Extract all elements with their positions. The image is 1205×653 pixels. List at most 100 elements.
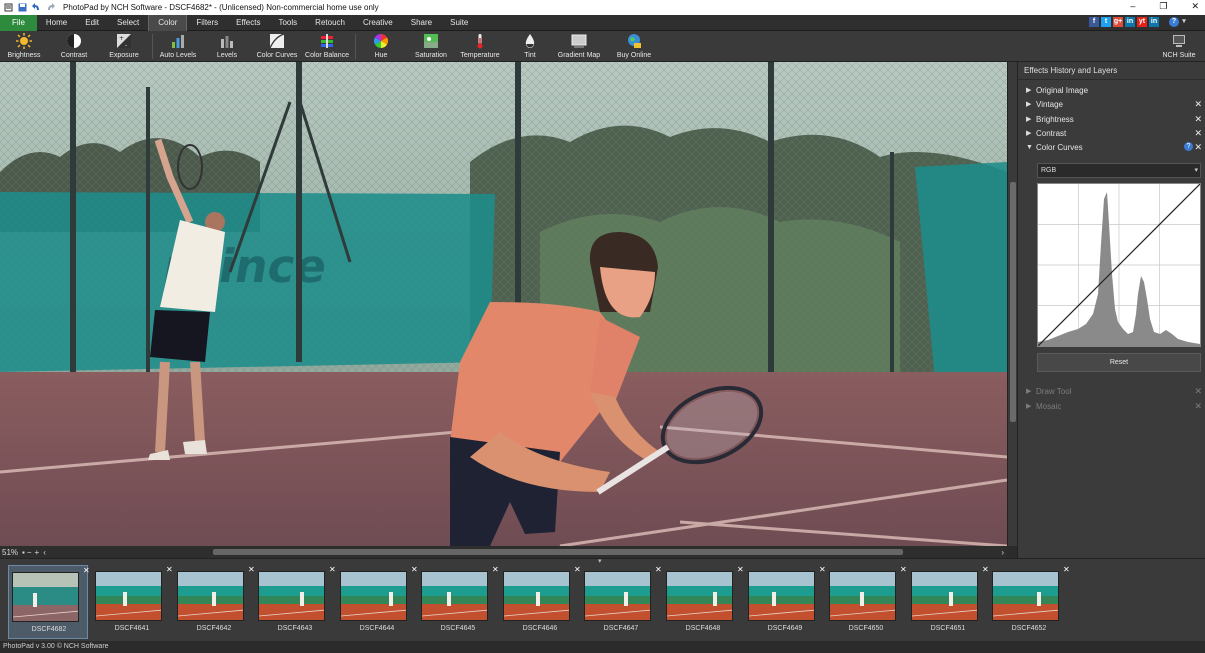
close-thumbnail-icon[interactable]: ✕ (411, 565, 418, 574)
zoom-in-icon[interactable]: + (35, 548, 40, 557)
menu-suite[interactable]: Suite (441, 15, 477, 31)
tool-mosaic[interactable]: ▶ Mosaic ✕ (1018, 399, 1205, 413)
vertical-scroll-thumb[interactable] (1010, 182, 1016, 422)
linkedin-alt-icon[interactable]: in (1149, 17, 1159, 27)
zoom-out-icon[interactable]: − (27, 548, 32, 557)
scroll-left-icon[interactable]: ‹ (43, 548, 46, 557)
filmstrip-thumbnail[interactable]: DSCF4644 ✕ (337, 565, 418, 639)
filmstrip-thumbnail[interactable]: DSCF4647 ✕ (581, 565, 662, 639)
menu-home[interactable]: Home (37, 15, 76, 31)
filmstrip-thumbnail[interactable]: DSCF4646 ✕ (500, 565, 581, 639)
filmstrip-thumbnail[interactable]: DSCF4648 ✕ (663, 565, 744, 639)
expand-arrow-icon[interactable]: ▶ (1026, 86, 1032, 94)
close-thumbnail-icon[interactable]: ✕ (166, 565, 173, 574)
expand-arrow-icon[interactable]: ▶ (1026, 100, 1032, 108)
redo-icon[interactable] (46, 3, 55, 12)
hue-button[interactable]: Hue (366, 31, 396, 62)
facebook-icon[interactable]: f (1089, 17, 1099, 27)
twitter-icon[interactable]: t (1101, 17, 1111, 27)
menu-select[interactable]: Select (108, 15, 148, 31)
close-thumbnail-icon[interactable]: ✕ (1063, 565, 1070, 574)
remove-layer-icon[interactable]: ✕ (1194, 128, 1202, 139)
help-icon[interactable]: ? (1169, 17, 1179, 27)
remove-layer-icon[interactable]: ✕ (1194, 142, 1202, 153)
nch-suite-button[interactable]: NCH Suite (1158, 31, 1200, 62)
exposure-button[interactable]: + - Exposure (104, 31, 144, 62)
save-icon[interactable] (18, 3, 27, 12)
restore-button[interactable]: ❐ (1159, 1, 1167, 12)
curves-graph[interactable] (1037, 183, 1201, 347)
contrast-button[interactable]: Contrast (56, 31, 92, 62)
horizontal-scroll-thumb[interactable] (213, 549, 903, 555)
undo-icon[interactable] (32, 3, 41, 12)
app-menu-icon[interactable] (4, 3, 13, 12)
close-thumbnail-icon[interactable]: ✕ (492, 565, 499, 574)
layer-original-image[interactable]: ▶ Original Image (1018, 83, 1205, 97)
filmstrip-thumbnail[interactable]: DSCF4641 ✕ (92, 565, 173, 639)
filmstrip-thumbnail[interactable]: DSCF4645 ✕ (418, 565, 499, 639)
close-thumbnail-icon[interactable]: ✕ (819, 565, 826, 574)
zoom-slider-icon[interactable]: ▪ (22, 548, 25, 557)
menu-file[interactable]: File (0, 14, 37, 31)
close-thumbnail-icon[interactable]: ✕ (982, 565, 989, 574)
close-thumbnail-icon[interactable]: ✕ (655, 565, 662, 574)
menu-color[interactable]: Color (148, 14, 188, 31)
close-thumbnail-icon[interactable]: ✕ (900, 565, 907, 574)
tool-draw-tool[interactable]: ▶ Draw Tool ✕ (1018, 384, 1205, 398)
menu-share[interactable]: Share (402, 15, 441, 31)
gradient-map-button[interactable]: Gradient Map (556, 31, 602, 62)
close-thumbnail-icon[interactable]: ✕ (83, 566, 90, 575)
minimize-button[interactable]: – (1130, 1, 1135, 12)
linkedin-icon[interactable]: in (1125, 17, 1135, 27)
color-balance-button[interactable]: Color Balance (304, 31, 350, 62)
filmstrip-thumbnail[interactable]: DSCF4642 ✕ (174, 565, 255, 639)
auto-levels-button[interactable]: Auto Levels (156, 31, 200, 62)
filmstrip-thumbnail[interactable]: DSCF4652 ✕ (989, 565, 1070, 639)
menu-edit[interactable]: Edit (76, 15, 108, 31)
close-button[interactable]: ✕ (1191, 1, 1199, 12)
menu-retouch[interactable]: Retouch (306, 15, 354, 31)
filmstrip-thumbnail[interactable]: DSCF4649 ✕ (745, 565, 826, 639)
expand-arrow-icon[interactable]: ▶ (1026, 387, 1032, 395)
remove-tool-icon[interactable]: ✕ (1194, 401, 1202, 412)
remove-layer-icon[interactable]: ✕ (1194, 99, 1202, 110)
expand-arrow-icon[interactable]: ▶ (1026, 402, 1032, 410)
buy-online-button[interactable]: Buy Online (614, 31, 654, 62)
expand-arrow-icon[interactable]: ▶ (1026, 129, 1032, 137)
menu-creative[interactable]: Creative (354, 15, 402, 31)
close-thumbnail-icon[interactable]: ✕ (737, 565, 744, 574)
menu-tools[interactable]: Tools (269, 15, 306, 31)
channel-select[interactable]: RGB ▾ (1037, 163, 1201, 178)
filmstrip-thumbnail[interactable]: DSCF4651 ✕ (908, 565, 989, 639)
brightness-button[interactable]: Brightness (4, 31, 44, 62)
filmstrip-thumbnail[interactable]: DSCF4682 ✕ (8, 565, 90, 639)
help-dropdown-icon[interactable]: ▾ (1181, 17, 1187, 27)
expand-arrow-icon[interactable]: ▶ (1026, 115, 1032, 123)
remove-layer-icon[interactable]: ✕ (1194, 114, 1202, 125)
temperature-button[interactable]: Temperature (458, 31, 502, 62)
layer-vintage[interactable]: ▶ Vintage ✕ (1018, 97, 1205, 111)
layer-brightness[interactable]: ▶ Brightness ✕ (1018, 112, 1205, 126)
tint-button[interactable]: Tint (516, 31, 544, 62)
vertical-scrollbar[interactable] (1007, 62, 1017, 546)
collapse-filmstrip-icon[interactable]: ▾ (598, 557, 602, 565)
google-plus-icon[interactable]: g+ (1113, 17, 1123, 27)
remove-tool-icon[interactable]: ✕ (1194, 386, 1202, 397)
image-canvas[interactable]: prince (0, 62, 1007, 546)
collapse-arrow-icon[interactable]: ▼ (1026, 144, 1033, 151)
close-thumbnail-icon[interactable]: ✕ (248, 565, 255, 574)
color-curves-button[interactable]: Color Curves (254, 31, 300, 62)
youtube-icon[interactable]: yt (1137, 17, 1147, 27)
menu-effects[interactable]: Effects (227, 15, 269, 31)
layer-contrast[interactable]: ▶ Contrast ✕ (1018, 126, 1205, 140)
reset-button[interactable]: Reset (1037, 353, 1201, 372)
close-thumbnail-icon[interactable]: ✕ (329, 565, 336, 574)
saturation-button[interactable]: Saturation (412, 31, 450, 62)
help-icon[interactable]: ? (1184, 142, 1193, 151)
horizontal-scrollbar[interactable] (68, 548, 998, 556)
scroll-right-icon[interactable]: › (1001, 548, 1004, 557)
levels-button[interactable]: Levels (210, 31, 244, 62)
filmstrip-thumbnail[interactable]: DSCF4643 ✕ (255, 565, 336, 639)
layer-color-curves[interactable]: ▼ Color Curves ? ✕ (1018, 140, 1205, 154)
filmstrip-thumbnail[interactable]: DSCF4650 ✕ (826, 565, 907, 639)
